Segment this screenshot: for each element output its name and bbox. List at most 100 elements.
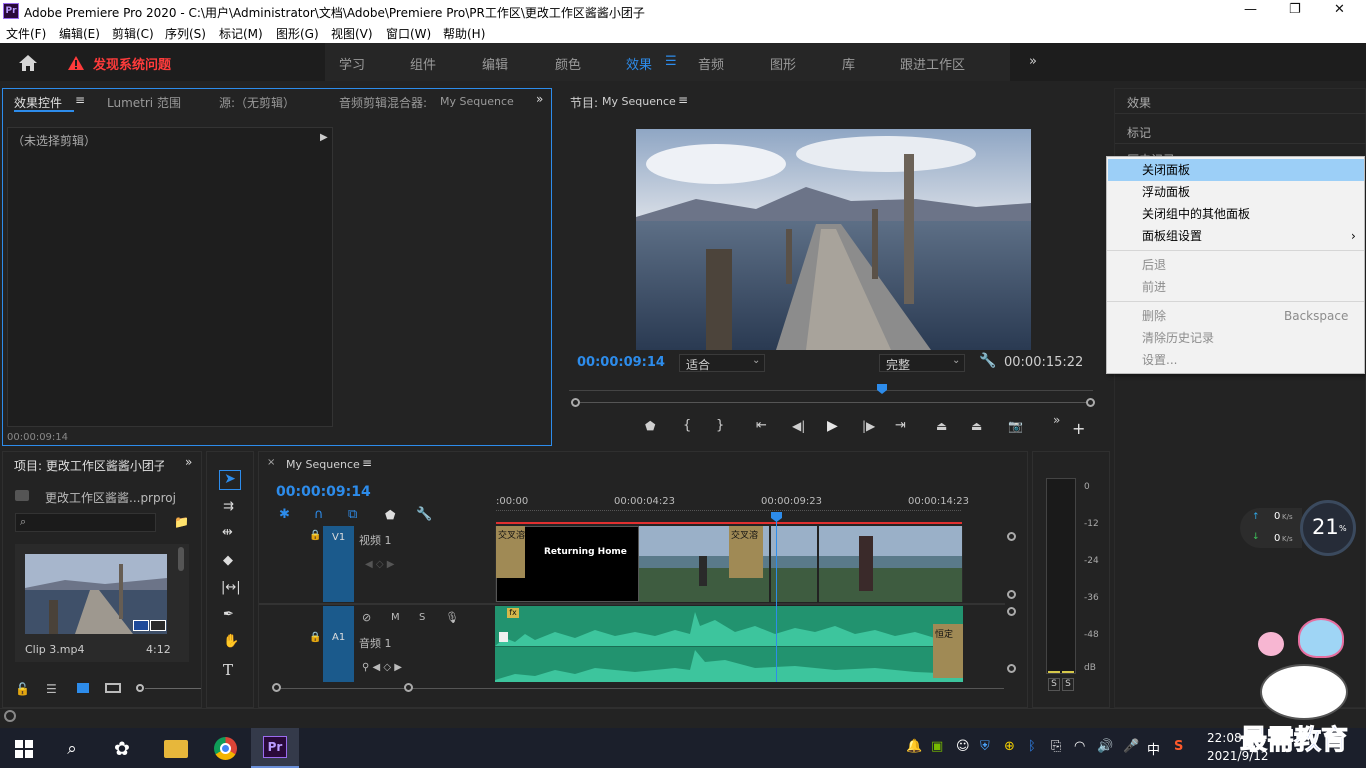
program-ruler[interactable] bbox=[569, 385, 1093, 391]
play-icon[interactable]: ▶ bbox=[827, 418, 838, 434]
clip-thumbnail-card[interactable]: Clip 3.mp4 4:12 bbox=[15, 544, 189, 662]
tab-project[interactable]: 项目: 更改工作区酱酱小团子 bbox=[14, 457, 164, 474]
solo-left-button[interactable]: S bbox=[1048, 678, 1060, 691]
cpu-ring[interactable]: 21 % bbox=[1300, 500, 1356, 556]
tab-learning[interactable]: 学习 bbox=[339, 54, 365, 73]
add-marker-icon[interactable]: ⬟ bbox=[385, 508, 395, 522]
clock-time[interactable]: 22:08 bbox=[1207, 731, 1242, 745]
tab-color[interactable]: 颜色 bbox=[555, 54, 581, 73]
v-scroll-handle[interactable] bbox=[1007, 532, 1016, 541]
tab-graphics[interactable]: 图形 bbox=[770, 54, 796, 73]
tab-editing[interactable]: 编辑 bbox=[482, 54, 508, 73]
video-clip-thumbnails[interactable] bbox=[639, 526, 962, 602]
icon-view-icon[interactable] bbox=[77, 683, 89, 693]
stack-item-effects[interactable]: 效果 bbox=[1127, 94, 1151, 111]
panel-overflow-button[interactable]: » bbox=[185, 455, 192, 469]
chrome-icon[interactable] bbox=[214, 737, 237, 760]
wrench-icon[interactable]: 🔧 bbox=[979, 353, 996, 369]
zoom-scrollbar[interactable] bbox=[571, 402, 1091, 403]
mute-monitor-icon[interactable]: ⊘ bbox=[362, 611, 371, 624]
nvidia-icon[interactable]: ▣ bbox=[931, 739, 943, 754]
h-scroll-handle[interactable] bbox=[404, 683, 413, 692]
tab-audio[interactable]: 音频 bbox=[698, 54, 724, 73]
tab-follow-workspace[interactable]: 跟进工作区 bbox=[900, 54, 965, 73]
timeline-ruler[interactable] bbox=[496, 510, 961, 520]
home-icon[interactable] bbox=[18, 54, 38, 72]
bluetooth-icon[interactable]: ᛒ bbox=[1028, 739, 1036, 754]
program-playhead[interactable] bbox=[877, 384, 887, 394]
fit-dropdown[interactable]: 适合 ⌄ bbox=[679, 354, 765, 372]
step-forward-icon[interactable]: |▶ bbox=[862, 419, 875, 433]
timeline-playhead[interactable] bbox=[771, 512, 782, 522]
sogou-icon[interactable]: S bbox=[1174, 739, 1183, 754]
network-icon[interactable]: ⎘ bbox=[1051, 739, 1061, 754]
wifi-icon[interactable]: ◠ bbox=[1074, 739, 1085, 754]
transition-clip[interactable]: 交叉溶 bbox=[729, 526, 763, 578]
zoom-handle-right[interactable] bbox=[1086, 398, 1095, 407]
menu-item-float-panel[interactable]: 浮动面板 bbox=[1108, 181, 1364, 203]
notification-bell-icon[interactable]: 🔔 bbox=[906, 739, 922, 754]
menu-marker[interactable]: 标记(M) bbox=[219, 25, 263, 42]
menu-graphics[interactable]: 图形(G) bbox=[276, 25, 319, 42]
quality-dropdown[interactable]: 完整 ⌄ bbox=[879, 354, 965, 372]
volume-icon[interactable]: 🔊 bbox=[1097, 739, 1113, 754]
plus-app-icon[interactable]: ⊕ bbox=[1004, 739, 1015, 754]
v1-target[interactable]: V1 bbox=[323, 526, 354, 602]
ripple-edit-tool-icon[interactable]: ⇹ bbox=[222, 525, 233, 540]
audio-clip-waveform[interactable] bbox=[495, 606, 963, 682]
menu-help[interactable]: 帮助(H) bbox=[443, 25, 485, 42]
solo-right-button[interactable]: S bbox=[1062, 678, 1074, 691]
tab-effect-controls[interactable]: 效果控件 bbox=[14, 94, 62, 111]
mute-button[interactable]: M bbox=[391, 612, 400, 623]
hand-tool-icon[interactable]: ✋ bbox=[223, 634, 239, 649]
file-explorer-icon[interactable] bbox=[164, 740, 188, 758]
workspace-overflow-button[interactable]: » bbox=[1029, 54, 1037, 69]
wrench-icon[interactable]: 🔧 bbox=[416, 507, 432, 522]
ime-indicator[interactable]: 中 bbox=[1147, 739, 1160, 758]
project-search-input[interactable]: ⌕ bbox=[15, 513, 156, 532]
panel-menu-icon[interactable]: ≡ bbox=[678, 93, 688, 107]
microphone-icon[interactable]: 🎤 bbox=[1123, 739, 1139, 754]
close-tab-icon[interactable]: × bbox=[267, 457, 275, 468]
program-timecode[interactable]: 00:00:09:14 bbox=[577, 355, 665, 370]
step-back-icon[interactable]: ◀| bbox=[792, 419, 805, 433]
camera-icon[interactable]: 📷 bbox=[1008, 419, 1023, 433]
panel-overflow-button[interactable]: » bbox=[536, 92, 543, 106]
pen-tool-icon[interactable]: ✒ bbox=[223, 607, 234, 622]
v-scroll-handle[interactable] bbox=[1007, 664, 1016, 673]
v-scroll-handle[interactable] bbox=[1007, 590, 1016, 599]
taskbar-premiere[interactable]: Pr bbox=[251, 728, 299, 768]
system-alert-link[interactable]: 发现系统问题 bbox=[93, 54, 171, 73]
snap-magnet-icon[interactable]: ∩ bbox=[314, 507, 324, 522]
tab-source[interactable]: 源:（无剪辑） bbox=[219, 94, 295, 111]
keyframe-nav-icon[interactable]: ⚲ ◀ ◇ ▶ bbox=[362, 662, 402, 673]
tab-assembly[interactable]: 组件 bbox=[410, 54, 436, 73]
track-lock-icon[interactable]: 🔒 bbox=[309, 632, 321, 643]
lock-icon[interactable]: 🔓 bbox=[15, 682, 30, 696]
menu-item-close-others[interactable]: 关闭组中的其他面板 bbox=[1108, 203, 1364, 225]
menu-view[interactable]: 视图(V) bbox=[331, 25, 373, 42]
zoom-slider[interactable] bbox=[145, 688, 201, 689]
menu-file[interactable]: 文件(F) bbox=[6, 25, 46, 42]
track-lock-icon[interactable]: 🔒 bbox=[309, 530, 321, 541]
panel-menu-icon[interactable]: ≡ bbox=[362, 456, 372, 470]
mark-in-icon[interactable]: { bbox=[683, 418, 691, 433]
menu-edit[interactable]: 编辑(E) bbox=[59, 25, 100, 42]
go-to-in-icon[interactable]: ⇤ bbox=[756, 418, 767, 433]
add-button-icon[interactable]: + bbox=[1072, 419, 1085, 438]
mark-out-icon[interactable]: } bbox=[716, 418, 724, 433]
tab-audio-clip-mixer[interactable]: 音频剪辑混合器: bbox=[339, 94, 427, 111]
linked-selection-icon[interactable]: ⧉ bbox=[348, 507, 357, 522]
razor-tool-icon[interactable]: ◆ bbox=[223, 553, 233, 568]
tab-effects[interactable]: 效果 bbox=[626, 54, 652, 73]
freeform-view-icon[interactable] bbox=[105, 683, 121, 693]
add-marker-icon[interactable]: ⬟ bbox=[645, 419, 655, 433]
minimize-button[interactable]: — bbox=[1244, 2, 1257, 17]
search-icon[interactable]: ⌕ bbox=[48, 732, 96, 768]
menu-window[interactable]: 窗口(W) bbox=[386, 25, 431, 42]
button-editor-overflow[interactable]: » bbox=[1053, 413, 1060, 427]
nest-icon[interactable]: ✱ bbox=[279, 507, 290, 522]
microphone-icon[interactable]: 🎙 bbox=[445, 611, 459, 624]
tab-libraries[interactable]: 库 bbox=[842, 54, 855, 73]
play-arrow-icon[interactable]: ▶ bbox=[320, 132, 328, 143]
